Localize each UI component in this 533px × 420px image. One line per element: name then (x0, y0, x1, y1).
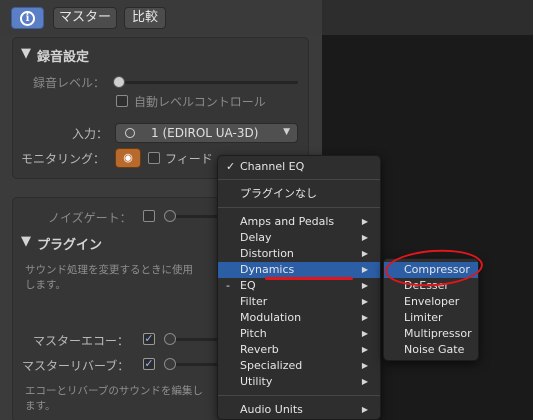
plugin-popup-menu: ✓ Channel EQ プラグインなし Amps and Pedals ▶ De… (217, 155, 381, 420)
noise-gate-knob[interactable] (164, 210, 176, 222)
track-area-header (322, 0, 533, 35)
annotation-underline (265, 277, 353, 280)
auto-level-checkbox[interactable] (116, 95, 128, 107)
submenu-item-noise-gate[interactable]: Noise Gate (384, 342, 478, 358)
chevron-right-icon: ▶ (361, 329, 368, 338)
plugins-section-title: プラグイン (37, 238, 103, 253)
chevron-right-icon: ▶ (361, 249, 368, 258)
footer-description-line1: エコーとリバーブのサウンドを編集し (25, 385, 203, 397)
info-icon: i (20, 11, 35, 26)
chevron-right-icon: ▶ (361, 281, 368, 290)
recording-disclosure-icon[interactable]: ▼ (21, 46, 31, 61)
menu-item-modulation[interactable]: Modulation ▶ (218, 310, 380, 326)
recording-section-title: 録音設定 (37, 50, 90, 65)
menu-item-filter[interactable]: Filter ▶ (218, 294, 380, 310)
master-echo-knob[interactable] (164, 333, 176, 345)
record-level-label: 録音レベル： (33, 76, 106, 90)
chevron-down-icon: ▼ (283, 127, 290, 137)
menu-item-channel-eq[interactable]: ✓ Channel EQ (218, 159, 380, 175)
monitoring-button[interactable]: ◉ (115, 148, 141, 168)
submenu-item-enveloper[interactable]: Enveloper (384, 294, 478, 310)
footer-description-line2: ます。 (25, 400, 56, 412)
noise-gate-checkbox[interactable] (143, 210, 155, 222)
menu-item-dynamics[interactable]: Dynamics ▶ (218, 262, 380, 278)
feedback-label: フィード (165, 152, 213, 166)
menu-item-audio-units[interactable]: Audio Units ▶ (218, 402, 380, 418)
menu-separator (218, 179, 380, 180)
menu-item-pitch[interactable]: Pitch ▶ (218, 326, 380, 342)
chevron-right-icon: ▶ (361, 297, 368, 306)
chevron-right-icon: ▶ (361, 217, 368, 226)
menu-item-no-plugin[interactable]: プラグインなし (218, 186, 380, 202)
info-button[interactable]: i (11, 7, 44, 29)
menu-separator (218, 395, 380, 396)
chevron-right-icon: ▶ (361, 345, 368, 354)
plugins-disclosure-icon[interactable]: ▼ (21, 234, 31, 249)
menu-item-reverb[interactable]: Reverb ▶ (218, 342, 380, 358)
submenu-item-multipressor[interactable]: Multipressor (384, 326, 478, 342)
noise-gate-label: ノイズゲート： (48, 211, 132, 225)
master-echo-label: マスターエコー： (33, 334, 130, 348)
dash-icon: - (226, 279, 230, 292)
auto-level-label: 自動レベルコントロール (134, 95, 266, 109)
input-select[interactable]: 1 (EDIROL UA-3D) ▼ (115, 123, 298, 143)
chevron-right-icon: ▶ (361, 405, 368, 414)
feedback-checkbox[interactable] (148, 152, 160, 164)
master-reverb-label: マスターリバーブ： (22, 359, 130, 373)
menu-item-utility[interactable]: Utility ▶ (218, 374, 380, 390)
menu-item-amps-and-pedals[interactable]: Amps and Pedals ▶ (218, 214, 380, 230)
menu-item-specialized[interactable]: Specialized ▶ (218, 358, 380, 374)
chevron-right-icon: ▶ (361, 233, 368, 242)
master-reverb-knob[interactable] (164, 358, 176, 370)
menu-item-eq[interactable]: - EQ ▶ (218, 278, 380, 294)
menu-item-delay[interactable]: Delay ▶ (218, 230, 380, 246)
input-label: 入力： (72, 127, 109, 141)
input-select-value: 1 (EDIROL UA-3D) (151, 126, 259, 140)
record-level-knob[interactable] (113, 76, 125, 88)
chevron-right-icon: ▶ (361, 377, 368, 386)
menu-separator (218, 207, 380, 208)
input-radio-icon (125, 128, 135, 138)
record-level-slider[interactable] (116, 81, 298, 84)
menu-item-distortion[interactable]: Distortion ▶ (218, 246, 380, 262)
master-reverb-checkbox[interactable]: ✓ (143, 358, 155, 370)
chevron-right-icon: ▶ (361, 361, 368, 370)
plugins-description-line2: します。 (25, 279, 66, 291)
monitoring-label: モニタリング： (21, 152, 106, 166)
submenu-item-limiter[interactable]: Limiter (384, 310, 478, 326)
master-echo-checkbox[interactable]: ✓ (143, 333, 155, 345)
checkmark-icon: ✓ (226, 160, 236, 173)
chevron-right-icon: ▶ (361, 313, 368, 322)
plugins-description-line1: サウンド処理を変更するときに使用 (25, 264, 193, 276)
master-button[interactable]: マスター (53, 7, 117, 29)
compare-button[interactable]: 比較 (124, 7, 166, 29)
monitoring-icon: ◉ (123, 151, 133, 164)
chevron-right-icon: ▶ (361, 265, 368, 274)
